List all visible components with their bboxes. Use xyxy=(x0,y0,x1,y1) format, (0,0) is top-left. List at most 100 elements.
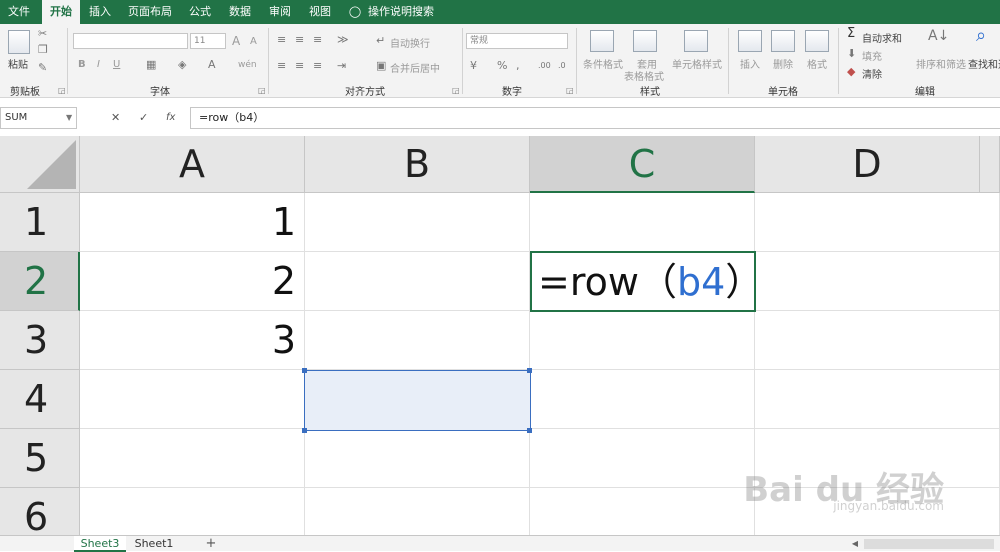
delete-cells-button[interactable]: 删除 xyxy=(773,56,793,71)
cell-styles-icon[interactable] xyxy=(684,30,708,52)
tab-data[interactable]: 数据 xyxy=(222,0,258,24)
tab-home[interactable]: 开始 xyxy=(42,0,80,24)
range-handle[interactable] xyxy=(527,368,532,373)
find-select-button[interactable]: 查找和选 xyxy=(968,56,1000,71)
cell-b6[interactable] xyxy=(305,488,530,535)
column-header-c[interactable]: C xyxy=(530,136,755,193)
cell-d1[interactable] xyxy=(755,193,1000,252)
cell-b1[interactable] xyxy=(305,193,530,252)
bold-button[interactable]: B xyxy=(78,59,86,70)
wrap-text-button[interactable]: 自动换行 xyxy=(390,35,430,50)
cell-c4[interactable] xyxy=(531,370,755,429)
tab-insert[interactable]: 插入 xyxy=(82,0,118,24)
conditional-format-button[interactable]: 条件格式 xyxy=(583,56,623,71)
paste-icon[interactable] xyxy=(8,30,30,54)
sort-filter-button[interactable]: 排序和筛选 xyxy=(916,56,966,71)
insert-function-icon[interactable]: fx xyxy=(166,112,175,124)
cut-icon[interactable]: ✂ xyxy=(38,28,47,40)
comma-icon[interactable]: , xyxy=(516,60,520,72)
fill-button[interactable]: 填充 xyxy=(862,48,882,63)
scroll-left-icon[interactable]: ◀ xyxy=(848,536,862,552)
find-select-icon[interactable]: ⌕ xyxy=(976,27,986,45)
border-icon[interactable]: ▦ xyxy=(146,59,156,71)
copy-icon[interactable]: ❐ xyxy=(38,44,48,56)
autosum-button[interactable]: 自动求和 xyxy=(862,30,902,45)
name-box-dropdown-icon[interactable]: ▼ xyxy=(66,112,72,124)
fill-icon[interactable]: ⬇ xyxy=(847,48,856,60)
row-header-1[interactable]: 1 xyxy=(0,193,80,252)
decrease-decimal-icon[interactable]: .0 xyxy=(558,60,566,72)
cell-b5[interactable] xyxy=(305,429,530,488)
cell-d3[interactable] xyxy=(755,311,1000,370)
grow-font-button[interactable]: A xyxy=(232,34,240,48)
column-header-d[interactable]: D xyxy=(755,136,980,193)
add-sheet-icon[interactable]: + xyxy=(200,536,222,552)
row-header-6[interactable]: 6 xyxy=(0,488,80,535)
formula-input[interactable]: =row（b4） xyxy=(190,107,1000,129)
sheet-tab-sheet1[interactable]: Sheet1 xyxy=(128,536,180,552)
autosum-icon[interactable]: Σ xyxy=(847,27,855,40)
wrap-text-icon[interactable]: ↵ xyxy=(376,35,385,47)
cell-a4[interactable] xyxy=(80,370,305,429)
font-color-icon[interactable]: A xyxy=(208,59,216,71)
cell-c1[interactable] xyxy=(530,193,755,252)
cell-c6[interactable] xyxy=(530,488,755,535)
row-header-5[interactable]: 5 xyxy=(0,429,80,488)
cell-a1[interactable]: 1 xyxy=(80,193,305,252)
clear-button[interactable]: 清除 xyxy=(862,66,882,81)
enter-icon[interactable]: ✓ xyxy=(139,112,148,124)
insert-cells-icon[interactable] xyxy=(738,30,762,52)
align-left-icon[interactable]: ≡ xyxy=(277,60,286,72)
align-right-icon[interactable]: ≡ xyxy=(313,60,322,72)
sort-filter-icon[interactable]: A↓ xyxy=(928,29,949,43)
row-header-3[interactable]: 3 xyxy=(0,311,80,370)
merge-center-button[interactable]: 合并后居中 xyxy=(390,60,440,75)
cell-c5[interactable] xyxy=(530,429,755,488)
sheet-tab-sheet3[interactable]: Sheet3 xyxy=(74,536,126,552)
column-header-e[interactable] xyxy=(980,136,1000,193)
horizontal-scrollbar[interactable] xyxy=(864,539,994,549)
tell-me-search[interactable]: 操作说明搜索 xyxy=(366,0,436,24)
clipboard-launcher-icon[interactable]: ◲ xyxy=(58,86,66,95)
menu-file[interactable]: 文件 xyxy=(0,0,38,24)
font-launcher-icon[interactable]: ◲ xyxy=(258,86,266,95)
tab-view[interactable]: 视图 xyxy=(302,0,338,24)
align-center-icon[interactable]: ≡ xyxy=(295,60,304,72)
currency-icon[interactable]: ¥ xyxy=(470,60,477,72)
clear-icon[interactable]: ◆ xyxy=(847,66,855,78)
indent-icon[interactable]: ⇥ xyxy=(337,60,346,72)
range-handle[interactable] xyxy=(302,428,307,433)
cell-d2[interactable] xyxy=(756,252,1000,311)
alignment-launcher-icon[interactable]: ◲ xyxy=(452,86,460,95)
phonetic-button[interactable]: wén xyxy=(238,60,257,70)
cell-a2[interactable]: 2 xyxy=(80,252,305,311)
cancel-icon[interactable]: ✕ xyxy=(111,112,120,124)
row-header-2[interactable]: 2 xyxy=(0,252,80,311)
tab-formulas[interactable]: 公式 xyxy=(182,0,218,24)
column-header-b[interactable]: B xyxy=(305,136,530,193)
cell-a3[interactable]: 3 xyxy=(80,311,305,370)
italic-button[interactable]: I xyxy=(97,59,100,70)
font-name-select[interactable] xyxy=(73,33,188,49)
column-header-a[interactable]: A xyxy=(80,136,305,193)
number-format-select[interactable]: 常规 xyxy=(466,33,568,49)
percent-icon[interactable]: % xyxy=(497,60,507,72)
select-all-corner[interactable] xyxy=(0,136,80,193)
font-size-select[interactable]: 11 xyxy=(190,33,226,49)
insert-cells-button[interactable]: 插入 xyxy=(740,56,760,71)
format-painter-icon[interactable]: ✎ xyxy=(38,62,47,74)
cell-a5[interactable] xyxy=(80,429,305,488)
align-bottom-icon[interactable]: ≡ xyxy=(313,34,322,46)
orientation-icon[interactable]: ≫ xyxy=(337,34,349,46)
table-format-icon[interactable] xyxy=(633,30,657,52)
format-cells-button[interactable]: 格式 xyxy=(807,56,827,71)
delete-cells-icon[interactable] xyxy=(771,30,795,52)
cell-styles-button[interactable]: 单元格样式 xyxy=(672,56,722,71)
row-header-4[interactable]: 4 xyxy=(0,370,80,429)
cell-b4-referenced[interactable] xyxy=(304,370,531,431)
range-handle[interactable] xyxy=(302,368,307,373)
align-top-icon[interactable]: ≡ xyxy=(277,34,286,46)
cell-b3[interactable] xyxy=(305,311,530,370)
paste-button[interactable]: 粘贴 xyxy=(8,56,28,71)
merge-icon[interactable]: ▣ xyxy=(376,60,386,72)
